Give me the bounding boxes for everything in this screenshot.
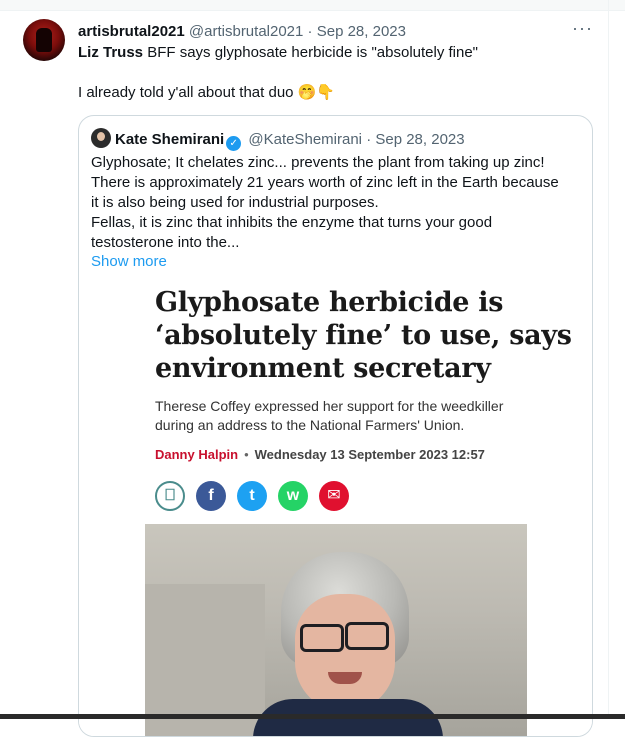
whatsapp-icon: w [278,481,308,511]
right-divider [608,0,609,719]
tweet-text-line-1: Liz Truss BFF says glyphosate herbicide … [78,43,478,63]
email-icon: ✉ [319,481,349,511]
user-handle[interactable]: @artisbrutal2021 [189,23,303,40]
quoted-handle[interactable]: @KateShemirani [248,131,362,148]
hand-over-mouth-emoji: 🤭 [297,84,317,101]
quoted-line: Glyphosate; It chelates zinc... prevents… [91,154,545,171]
taskbar-edge [0,714,625,719]
publish-date: Wednesday 13 September 2023 12:57 [254,447,485,462]
verified-badge-icon: ✓ [226,136,242,151]
tweet-text: I already told y'all about that duo [78,84,294,101]
article-standfirst: Therese Coffey expressed her support for… [155,397,503,435]
author-name: Danny Halpin [155,447,239,462]
article-byline: Danny Halpin • Wednesday 13 September 2023… [155,447,485,462]
twitter-icon: t [237,481,267,511]
facebook-icon: f [196,481,226,511]
article-headline: Glyphosate herbicide is ‘absolutely fine… [155,286,572,385]
quoted-line: it is also being used for industrial pur… [91,194,379,211]
quoted-display-name[interactable]: Kate Shemirani [115,131,224,148]
quoted-tweet-text: Glyphosate; It chelates zinc... prevents… [91,153,581,253]
separator: · [307,23,313,40]
display-name[interactable]: artisbrutal2021 [78,23,185,40]
quoted-date[interactable]: Sep 28, 2023 [375,131,464,148]
mention-text: Liz Truss [78,44,144,61]
tweet-text-line-2: I already told y'all about that duo 🤭👇 [78,83,335,103]
top-divider [0,0,625,11]
separator: · [366,131,372,148]
tweet-header: artisbrutal2021 @artisbrutal2021 · Sep 2… [78,22,406,42]
avatar[interactable] [23,19,65,61]
quoted-line: There is approximately 21 years worth of… [91,174,559,191]
article-screenshot[interactable]: Glyphosate herbicide is ‘absolutely fine… [79,281,592,736]
quoted-avatar[interactable] [91,128,111,148]
quoted-line: testosterone into the... [91,234,240,251]
quoted-line: Fellas, it is zinc that inhibits the enz… [91,214,493,231]
point-down-emoji: 👇 [316,84,336,101]
standfirst-line: Therese Coffey expressed her support for… [155,398,504,414]
article-photo [145,524,527,736]
headline-line: environment secretary [155,353,491,384]
tweet-text: BFF says glyphosate herbicide is "absolu… [143,44,479,61]
headline-line: Glyphosate herbicide is [155,287,504,318]
show-more-link[interactable]: Show more [91,253,167,270]
standfirst-line: during an address to the National Farmer… [155,417,465,433]
headline-line: ‘absolutely fine’ to use, says [155,320,572,351]
quoted-tweet-header: Kate Shemirani ✓ @KateShemirani · Sep 28,… [91,128,465,151]
more-options-icon[interactable]: ··· [572,18,593,39]
byline-separator: • [244,447,249,462]
quoted-tweet[interactable]: Kate Shemirani ✓ @KateShemirani · Sep 28,… [78,115,593,737]
bookmark-icon: ⎕ [155,481,185,511]
tweet-date[interactable]: Sep 28, 2023 [317,23,406,40]
